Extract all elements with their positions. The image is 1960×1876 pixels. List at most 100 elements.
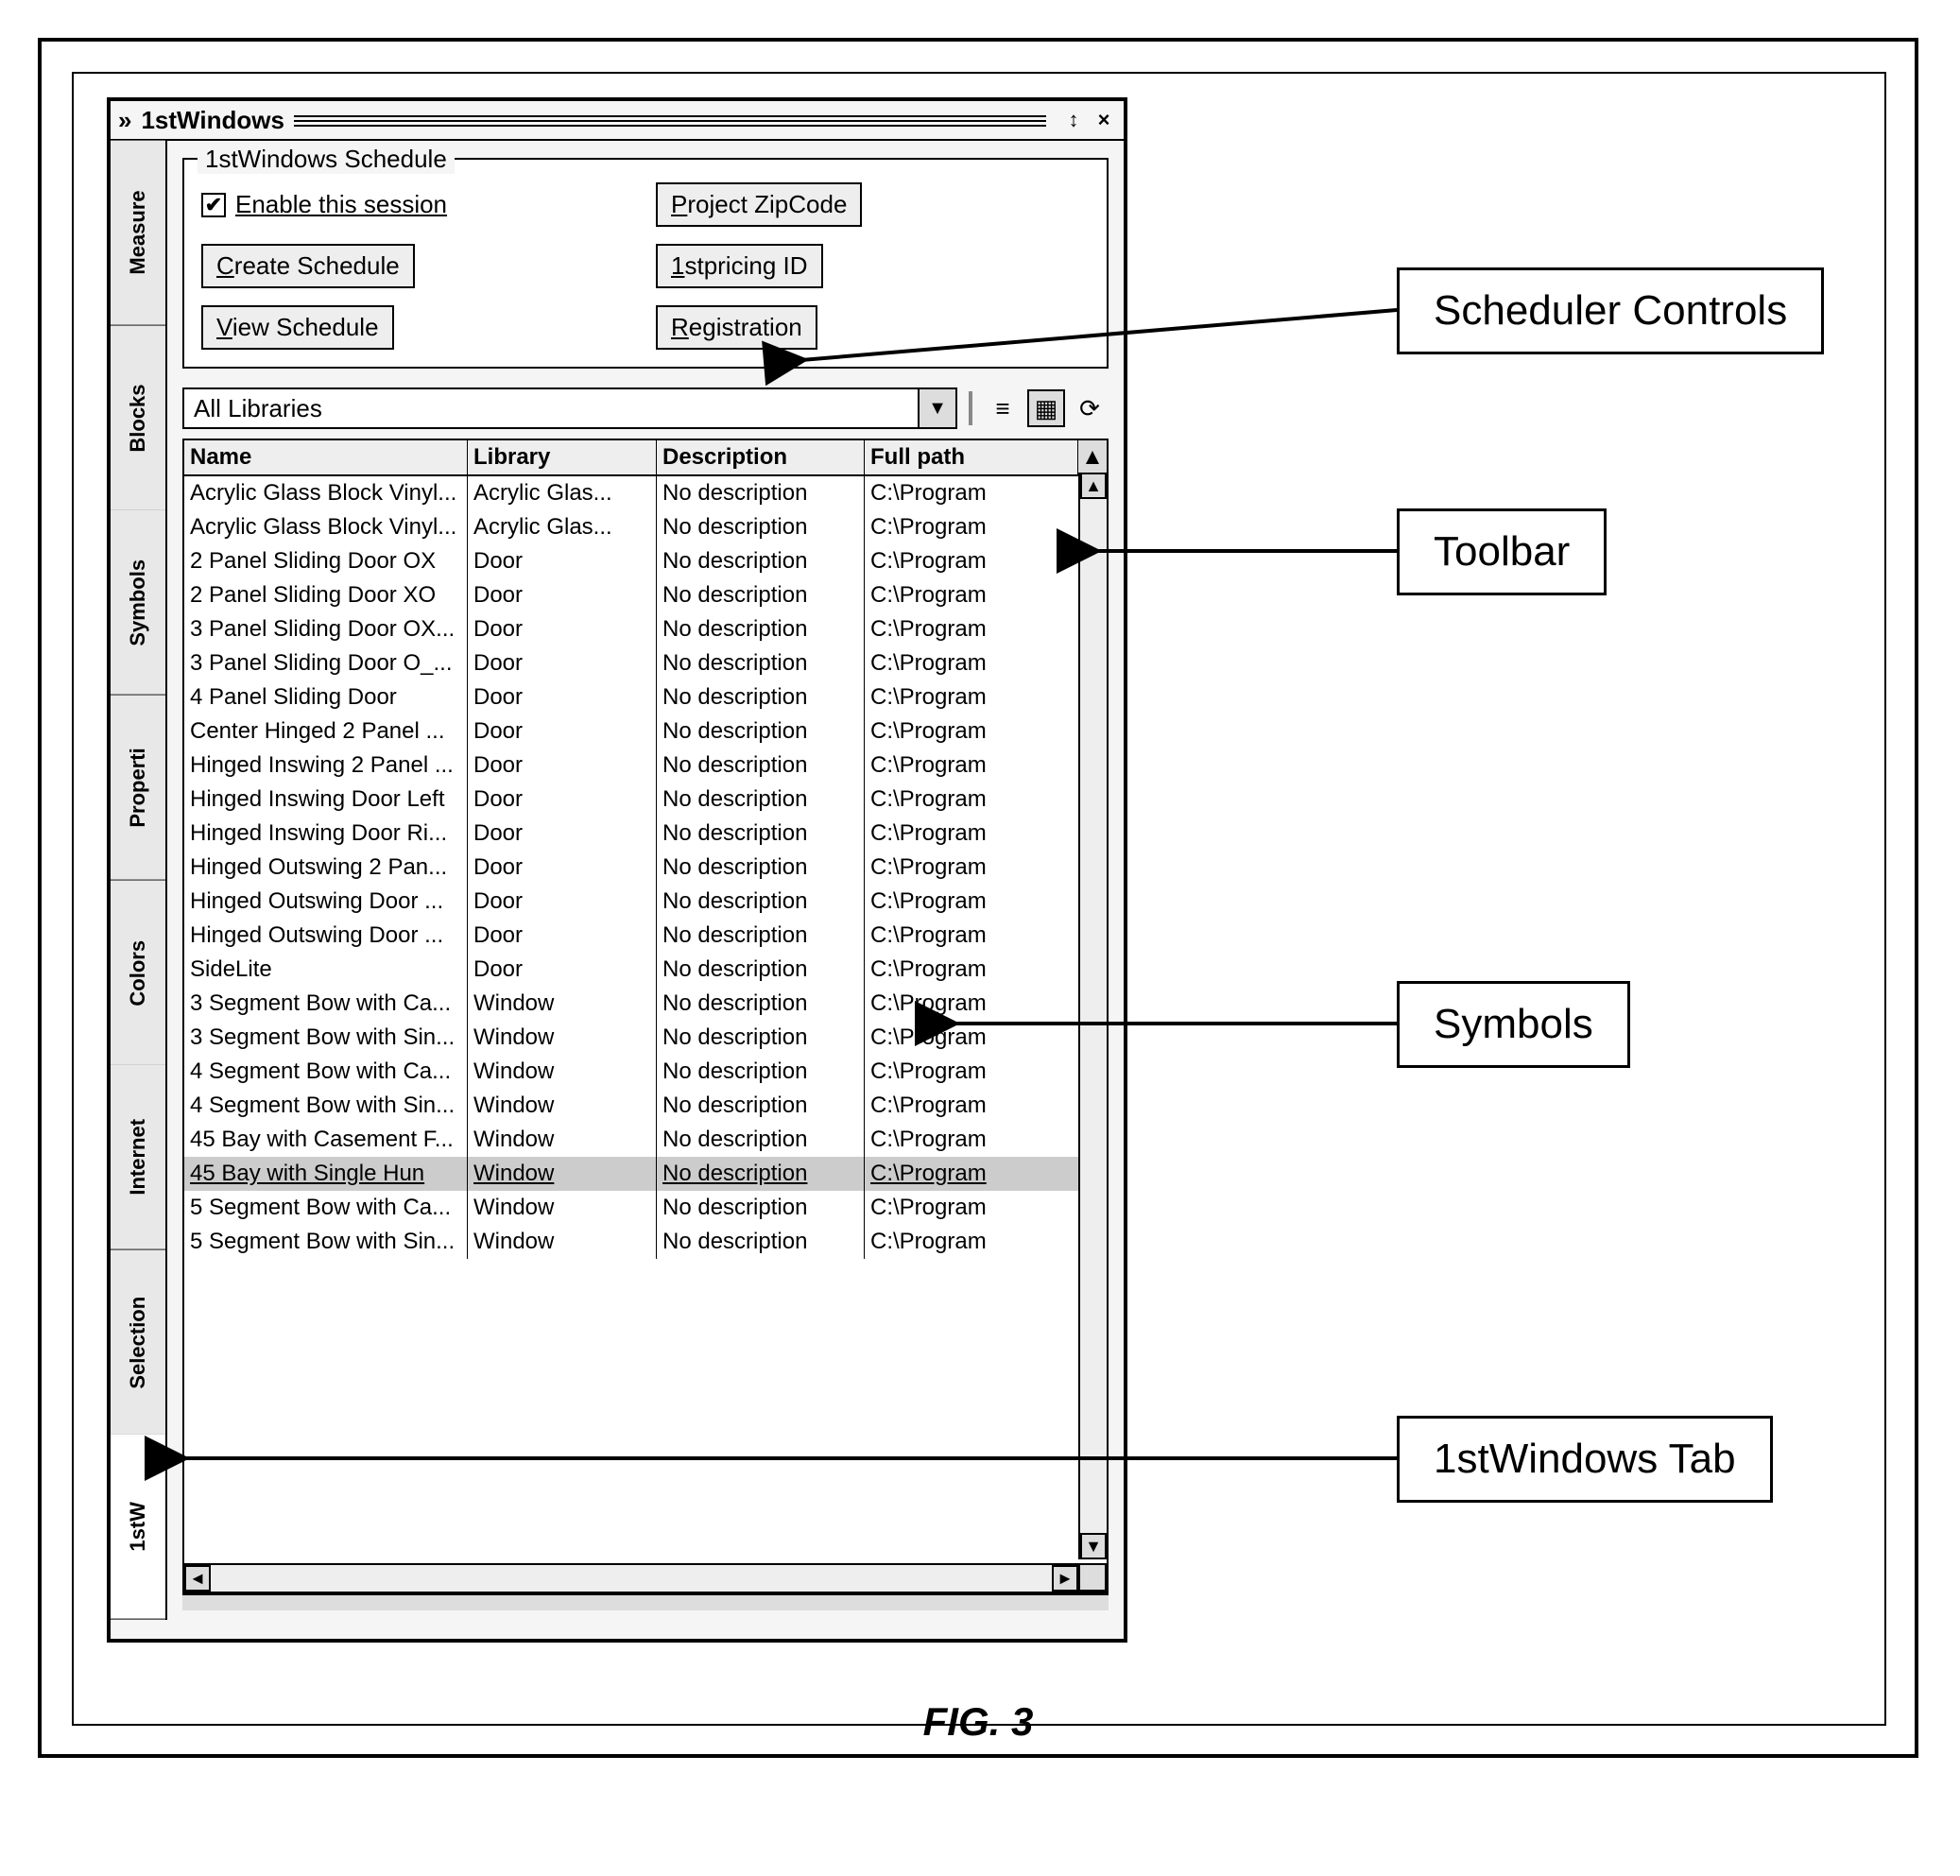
- cell-library: Door: [468, 953, 657, 987]
- cell-description: No description: [657, 612, 865, 646]
- cell-path: C:\Program: [865, 1089, 1107, 1123]
- create-schedule-button[interactable]: Create Schedule: [201, 244, 415, 288]
- content-area: 1stWindows Schedule ✔ Enable this sessio…: [167, 141, 1124, 1620]
- cell-description: No description: [657, 680, 865, 714]
- table-row[interactable]: 4 Panel Sliding DoorDoorNo descriptionC:…: [184, 680, 1107, 714]
- table-row[interactable]: 2 Panel Sliding Door XODoorNo descriptio…: [184, 578, 1107, 612]
- table-row[interactable]: Center Hinged 2 Panel ...DoorNo descript…: [184, 714, 1107, 749]
- sort-asc-icon[interactable]: ▲: [1078, 440, 1107, 474]
- cell-library: Window: [468, 1157, 657, 1191]
- table-row[interactable]: 4 Segment Bow with Ca...WindowNo descrip…: [184, 1055, 1107, 1089]
- cell-path: C:\Program: [865, 919, 1107, 953]
- cell-description: No description: [657, 510, 865, 544]
- cell-library: Acrylic Glas...: [468, 476, 657, 510]
- view-schedule-button[interactable]: View Schedule: [201, 305, 394, 350]
- scroll-right-icon[interactable]: ►: [1052, 1565, 1078, 1592]
- cell-path: C:\Program: [865, 1021, 1107, 1055]
- cell-path: C:\Program: [865, 510, 1107, 544]
- table-header: Name Library Description Full path ▲: [184, 440, 1107, 476]
- side-tabstrip: MeasureBlocksSymbolsPropertiColorsIntern…: [111, 141, 167, 1620]
- col-library-header[interactable]: Library: [468, 440, 657, 474]
- table-row[interactable]: 3 Segment Bow with Sin...WindowNo descri…: [184, 1021, 1107, 1055]
- table-row[interactable]: SideLiteDoorNo descriptionC:\Program: [184, 953, 1107, 987]
- side-tab-measure[interactable]: Measure: [111, 141, 165, 326]
- cell-path: C:\Program: [865, 885, 1107, 919]
- table-row[interactable]: Acrylic Glass Block Vinyl...Acrylic Glas…: [184, 476, 1107, 510]
- refresh-icon[interactable]: ⟳: [1071, 389, 1109, 427]
- table-row[interactable]: 45 Bay with Casement F...WindowNo descri…: [184, 1123, 1107, 1157]
- cell-library: Door: [468, 578, 657, 612]
- enable-session-checkbox[interactable]: ✔: [201, 193, 226, 217]
- cell-library: Window: [468, 1191, 657, 1225]
- side-tab-internet[interactable]: Internet: [111, 1065, 165, 1250]
- cell-name: 4 Panel Sliding Door: [184, 680, 468, 714]
- cell-path: C:\Program: [865, 749, 1107, 783]
- table-row[interactable]: Acrylic Glass Block Vinyl...Acrylic Glas…: [184, 510, 1107, 544]
- pricing-id-button[interactable]: 1stpricing ID: [656, 244, 823, 288]
- table-row[interactable]: Hinged Inswing 2 Panel ...DoorNo descrip…: [184, 749, 1107, 783]
- table-row[interactable]: 5 Segment Bow with Ca...WindowNo descrip…: [184, 1191, 1107, 1225]
- project-zipcode-button[interactable]: Project ZipCode: [656, 182, 862, 227]
- callout-toolbar: Toolbar: [1397, 508, 1607, 595]
- cell-description: No description: [657, 783, 865, 817]
- registration-button[interactable]: Registration: [656, 305, 817, 350]
- cell-description: No description: [657, 1157, 865, 1191]
- cell-name: Hinged Inswing Door Ri...: [184, 817, 468, 851]
- scroll-down-icon[interactable]: ▼: [1080, 1533, 1107, 1559]
- cell-library: Window: [468, 1021, 657, 1055]
- col-description-header[interactable]: Description: [657, 440, 865, 474]
- col-name-header[interactable]: Name: [184, 440, 468, 474]
- table-row[interactable]: Hinged Inswing Door LeftDoorNo descripti…: [184, 783, 1107, 817]
- cell-path: C:\Program: [865, 544, 1107, 578]
- horizontal-scrollbar[interactable]: ◄ ►: [184, 1563, 1078, 1592]
- close-button[interactable]: ×: [1092, 108, 1116, 132]
- scroll-corner: [1078, 1563, 1107, 1592]
- cell-description: No description: [657, 919, 865, 953]
- table-row[interactable]: Hinged Inswing Door Ri...DoorNo descript…: [184, 817, 1107, 851]
- side-tab-blocks[interactable]: Blocks: [111, 326, 165, 511]
- side-tab-symbols[interactable]: Symbols: [111, 510, 165, 696]
- cell-library: Acrylic Glas...: [468, 510, 657, 544]
- table-row[interactable]: Hinged Outswing Door ...DoorNo descripti…: [184, 919, 1107, 953]
- chevron-down-icon[interactable]: ▼: [918, 389, 955, 427]
- cell-library: Door: [468, 749, 657, 783]
- app-panel: » 1stWindows ↕ × MeasureBlocksSymbolsPro…: [107, 97, 1127, 1643]
- cell-library: Window: [468, 1055, 657, 1089]
- table-row[interactable]: Hinged Outswing Door ...DoorNo descripti…: [184, 885, 1107, 919]
- table-row[interactable]: 3 Panel Sliding Door OX...DoorNo descrip…: [184, 612, 1107, 646]
- side-tab-1stw[interactable]: 1stW: [111, 1435, 165, 1620]
- cell-name: Hinged Outswing 2 Pan...: [184, 851, 468, 885]
- col-path-header[interactable]: Full path: [865, 440, 1078, 474]
- table-row[interactable]: 3 Panel Sliding Door O_...DoorNo descrip…: [184, 646, 1107, 680]
- cell-name: Hinged Inswing 2 Panel ...: [184, 749, 468, 783]
- cell-name: Acrylic Glass Block Vinyl...: [184, 510, 468, 544]
- table-row[interactable]: 2 Panel Sliding Door OXDoorNo descriptio…: [184, 544, 1107, 578]
- table-row[interactable]: 4 Segment Bow with Sin...WindowNo descri…: [184, 1089, 1107, 1123]
- thumbnail-view-icon[interactable]: ▦: [1027, 389, 1065, 427]
- cell-library: Door: [468, 646, 657, 680]
- library-combo[interactable]: All Libraries ▼: [182, 387, 957, 429]
- scroll-up-icon[interactable]: ▲: [1080, 473, 1107, 499]
- side-tab-selection[interactable]: Selection: [111, 1250, 165, 1436]
- table-row[interactable]: 3 Segment Bow with Ca...WindowNo descrip…: [184, 987, 1107, 1021]
- cell-path: C:\Program: [865, 646, 1107, 680]
- side-tab-properti[interactable]: Properti: [111, 696, 165, 881]
- side-tab-colors[interactable]: Colors: [111, 881, 165, 1066]
- cell-description: No description: [657, 851, 865, 885]
- callout-symbols: Symbols: [1397, 981, 1630, 1068]
- table-row[interactable]: 45 Bay with Single HunWindowNo descripti…: [184, 1157, 1107, 1191]
- cell-name: 45 Bay with Casement F...: [184, 1123, 468, 1157]
- scroll-left-icon[interactable]: ◄: [184, 1565, 211, 1592]
- cell-path: C:\Program: [865, 851, 1107, 885]
- list-view-icon[interactable]: ≡: [984, 389, 1022, 427]
- figure-label: FIG. 3: [923, 1699, 1034, 1745]
- table-row[interactable]: Hinged Outswing 2 Pan...DoorNo descripti…: [184, 851, 1107, 885]
- cell-name: Center Hinged 2 Panel ...: [184, 714, 468, 749]
- cell-library: Door: [468, 851, 657, 885]
- table-row[interactable]: 5 Segment Bow with Sin...WindowNo descri…: [184, 1225, 1107, 1259]
- resize-button[interactable]: ↕: [1061, 108, 1086, 132]
- cell-path: C:\Program: [865, 578, 1107, 612]
- cell-path: C:\Program: [865, 1191, 1107, 1225]
- vertical-scrollbar[interactable]: ▲ ▼: [1078, 473, 1107, 1559]
- cell-description: No description: [657, 1021, 865, 1055]
